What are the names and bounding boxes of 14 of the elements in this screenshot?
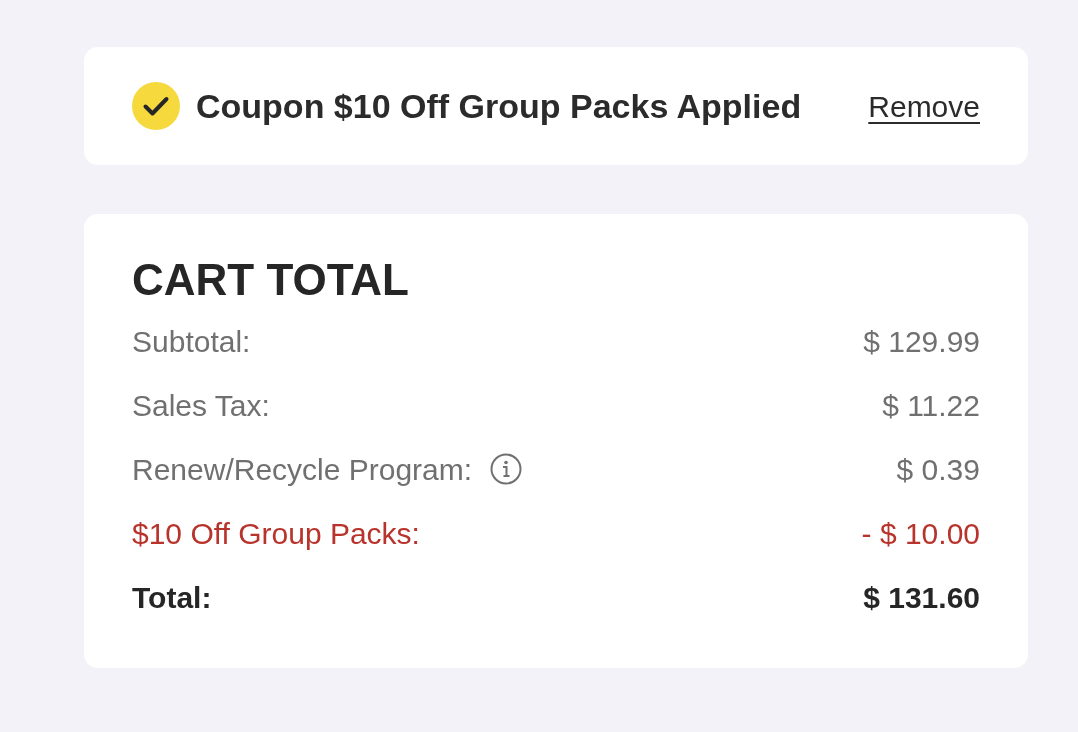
summary-amount: $ 129.99 <box>863 323 980 360</box>
summary-label: Sales Tax: <box>132 387 270 424</box>
summary-amount: $ 0.39 <box>896 451 980 488</box>
summary-label: Subtotal: <box>132 323 251 360</box>
info-icon[interactable] <box>490 453 523 485</box>
summary-amount: - $ 10.00 <box>861 515 980 552</box>
summary-label: Renew/Recycle Program: <box>132 451 473 488</box>
summary-label: Total: <box>132 579 212 616</box>
remove-link[interactable]: Remove <box>868 83 980 129</box>
summary-amount: $ 131.60 <box>863 579 980 616</box>
coupon-applied-text: Coupon $10 Off Group Packs Applied <box>196 85 802 127</box>
cart-total-heading: CART TOTAL <box>132 254 410 306</box>
summary-amount: $ 11.22 <box>882 387 980 424</box>
summary-label: $10 Off Group Packs: <box>132 515 420 552</box>
